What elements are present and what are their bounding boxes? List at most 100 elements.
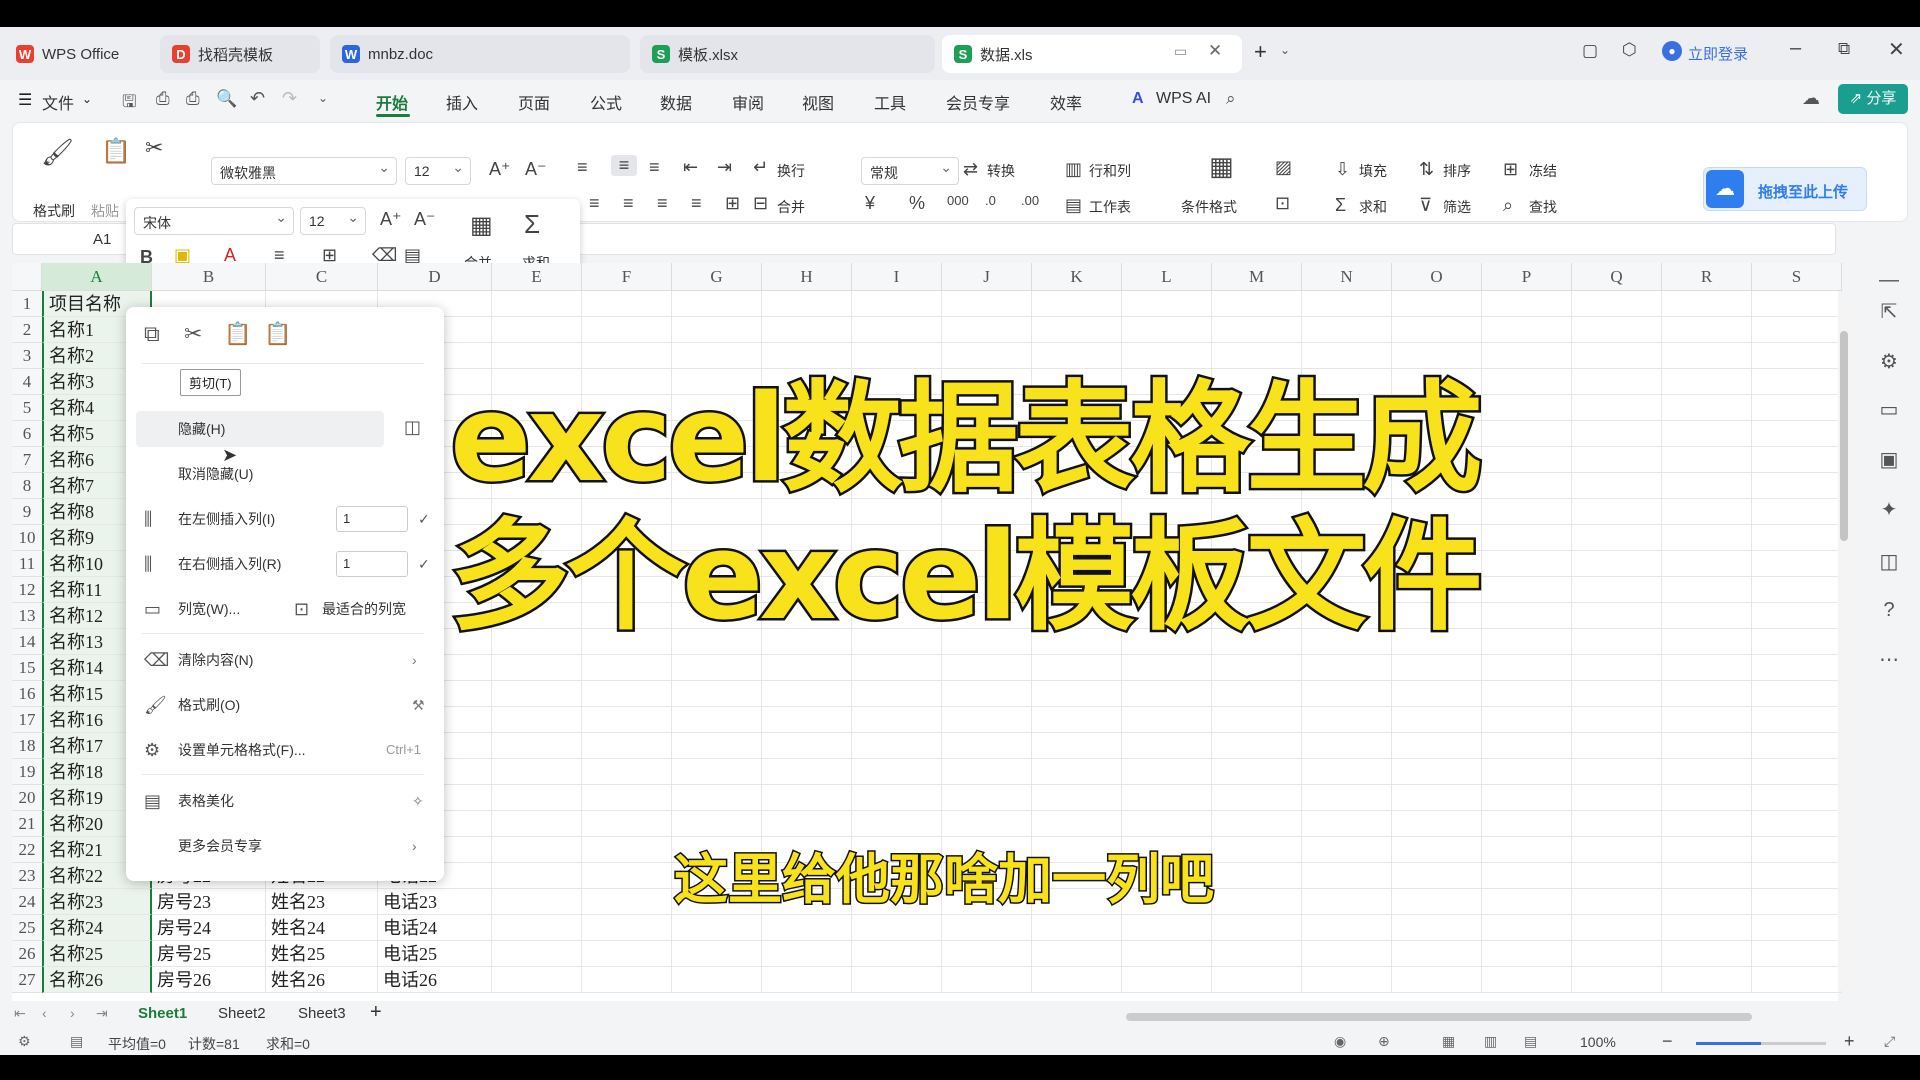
cell-s15[interactable] <box>1752 655 1842 681</box>
mini-font-select[interactable]: 宋体 <box>134 207 294 235</box>
cell-p26[interactable] <box>1482 941 1572 967</box>
cell-m18[interactable] <box>1212 733 1302 759</box>
rows-cols-icon[interactable]: ▥ <box>1065 159 1082 180</box>
cell-g17[interactable] <box>672 707 762 733</box>
cell-n27[interactable] <box>1302 967 1392 993</box>
close-window-icon[interactable]: ✕ <box>1888 37 1905 62</box>
cell-i1[interactable] <box>852 291 942 317</box>
cell-m21[interactable] <box>1212 811 1302 837</box>
worksheet-icon[interactable]: ▤ <box>1065 195 1082 216</box>
prev-sheet-icon[interactable]: ‹ <box>42 1005 47 1021</box>
cell-f19[interactable] <box>582 759 672 785</box>
cell-i19[interactable] <box>852 759 942 785</box>
chevron-down-icon[interactable]: ⌄ <box>1280 43 1290 57</box>
cell-s4[interactable] <box>1752 369 1842 395</box>
cell-n16[interactable] <box>1302 681 1392 707</box>
cell-f21[interactable] <box>582 811 672 837</box>
cell-o26[interactable] <box>1392 941 1482 967</box>
wrap-text-button[interactable]: 换行 <box>777 161 805 181</box>
align-middle-icon[interactable]: ≡ <box>611 155 637 176</box>
cell-o20[interactable] <box>1392 785 1482 811</box>
cell-f15[interactable] <box>582 655 672 681</box>
tab-data-xls[interactable]: S 数据.xls ▭ ✕ <box>942 35 1242 73</box>
cell-q6[interactable] <box>1572 421 1662 447</box>
decrease-font-icon[interactable]: A⁻ <box>525 159 547 180</box>
row-header[interactable]: 23 <box>12 863 42 889</box>
cut-icon[interactable]: ✂ <box>184 321 202 347</box>
cell-n18[interactable] <box>1302 733 1392 759</box>
cell-p18[interactable] <box>1482 733 1572 759</box>
cell-p20[interactable] <box>1482 785 1572 811</box>
cell-l2[interactable] <box>1122 317 1212 343</box>
cell-j25[interactable] <box>942 915 1032 941</box>
cell-k3[interactable] <box>1032 343 1122 369</box>
cell-i15[interactable] <box>852 655 942 681</box>
cell-n20[interactable] <box>1302 785 1392 811</box>
cell-r27[interactable] <box>1662 967 1752 993</box>
cell-s1[interactable] <box>1752 291 1842 317</box>
cell-o17[interactable] <box>1392 707 1482 733</box>
window-layout-icon[interactable]: ▢ <box>1582 41 1598 61</box>
cell-p2[interactable] <box>1482 317 1572 343</box>
cell-s21[interactable] <box>1752 811 1842 837</box>
cell-g1[interactable] <box>672 291 762 317</box>
share-button[interactable]: ⇗ 分享 <box>1838 84 1908 114</box>
menu-efficiency[interactable]: 效率 <box>1050 90 1082 114</box>
cell-h16[interactable] <box>762 681 852 707</box>
cell-i17[interactable] <box>852 707 942 733</box>
cell-d25[interactable]: 电话24 <box>378 915 492 941</box>
cell-b27[interactable]: 房号26 <box>152 967 266 993</box>
menu-item-autofit-width[interactable]: ⊡ 最适合的列宽 <box>290 591 440 627</box>
cell-q11[interactable] <box>1572 551 1662 577</box>
cell-p16[interactable] <box>1482 681 1572 707</box>
cell-l25[interactable] <box>1122 915 1212 941</box>
filter-icon[interactable]: ⊽ <box>1419 195 1432 216</box>
cell-p6[interactable] <box>1482 421 1572 447</box>
row-header[interactable]: 9 <box>12 499 42 525</box>
select-icon[interactable]: ⇱ <box>1874 299 1904 324</box>
cell-r26[interactable] <box>1662 941 1752 967</box>
cell-p5[interactable] <box>1482 395 1572 421</box>
tab-wps-office[interactable]: W WPS Office <box>4 35 152 73</box>
cell-s11[interactable] <box>1752 551 1842 577</box>
cell-h3[interactable] <box>762 343 852 369</box>
cell-e23[interactable] <box>492 863 582 889</box>
row-header[interactable]: 8 <box>12 473 42 499</box>
cell-m2[interactable] <box>1212 317 1302 343</box>
column-header-r[interactable]: R <box>1662 263 1752 291</box>
format-brush-label[interactable]: 格式刷 <box>33 201 75 221</box>
cell-m27[interactable] <box>1212 967 1302 993</box>
cell-b26[interactable]: 房号25 <box>152 941 266 967</box>
cell-h21[interactable] <box>762 811 852 837</box>
cell-r6[interactable] <box>1662 421 1752 447</box>
horizontal-scrollbar[interactable] <box>1126 1013 1752 1021</box>
fill-button[interactable]: 填充 <box>1359 161 1387 181</box>
cell-f16[interactable] <box>582 681 672 707</box>
freeze-icon[interactable]: ⊞ <box>1503 159 1518 180</box>
row-header[interactable]: 27 <box>12 967 42 993</box>
number-format-select[interactable]: 常规 <box>861 157 959 185</box>
login-link[interactable]: 立即登录 <box>1688 43 1748 64</box>
cell-s2[interactable] <box>1752 317 1842 343</box>
row-header[interactable]: 25 <box>12 915 42 941</box>
cell-i18[interactable] <box>852 733 942 759</box>
freeze-button[interactable]: 冻结 <box>1529 161 1557 181</box>
scrollbar-thumb[interactable] <box>1840 331 1848 541</box>
decrease-font-icon[interactable]: A⁻ <box>414 209 436 230</box>
column-header-p[interactable]: P <box>1482 263 1572 291</box>
row-header[interactable]: 14 <box>12 629 42 655</box>
search-icon[interactable]: ⌕ <box>1226 89 1236 109</box>
column-header-d[interactable]: D <box>378 263 492 291</box>
cell-r12[interactable] <box>1662 577 1752 603</box>
chevron-down-icon[interactable]: ⌄ <box>318 91 328 105</box>
cell-p7[interactable] <box>1482 447 1572 473</box>
cell-q2[interactable] <box>1572 317 1662 343</box>
save-icon[interactable]: 🖫 <box>122 89 136 118</box>
row-header[interactable]: 15 <box>12 655 42 681</box>
cell-k25[interactable] <box>1032 915 1122 941</box>
cell-h15[interactable] <box>762 655 852 681</box>
help-icon[interactable]: ? <box>1874 599 1904 622</box>
cell-n26[interactable] <box>1302 941 1392 967</box>
zoom-in-icon[interactable]: + <box>1844 1031 1855 1052</box>
crosshair-icon[interactable]: ⊕ <box>1378 1033 1390 1050</box>
